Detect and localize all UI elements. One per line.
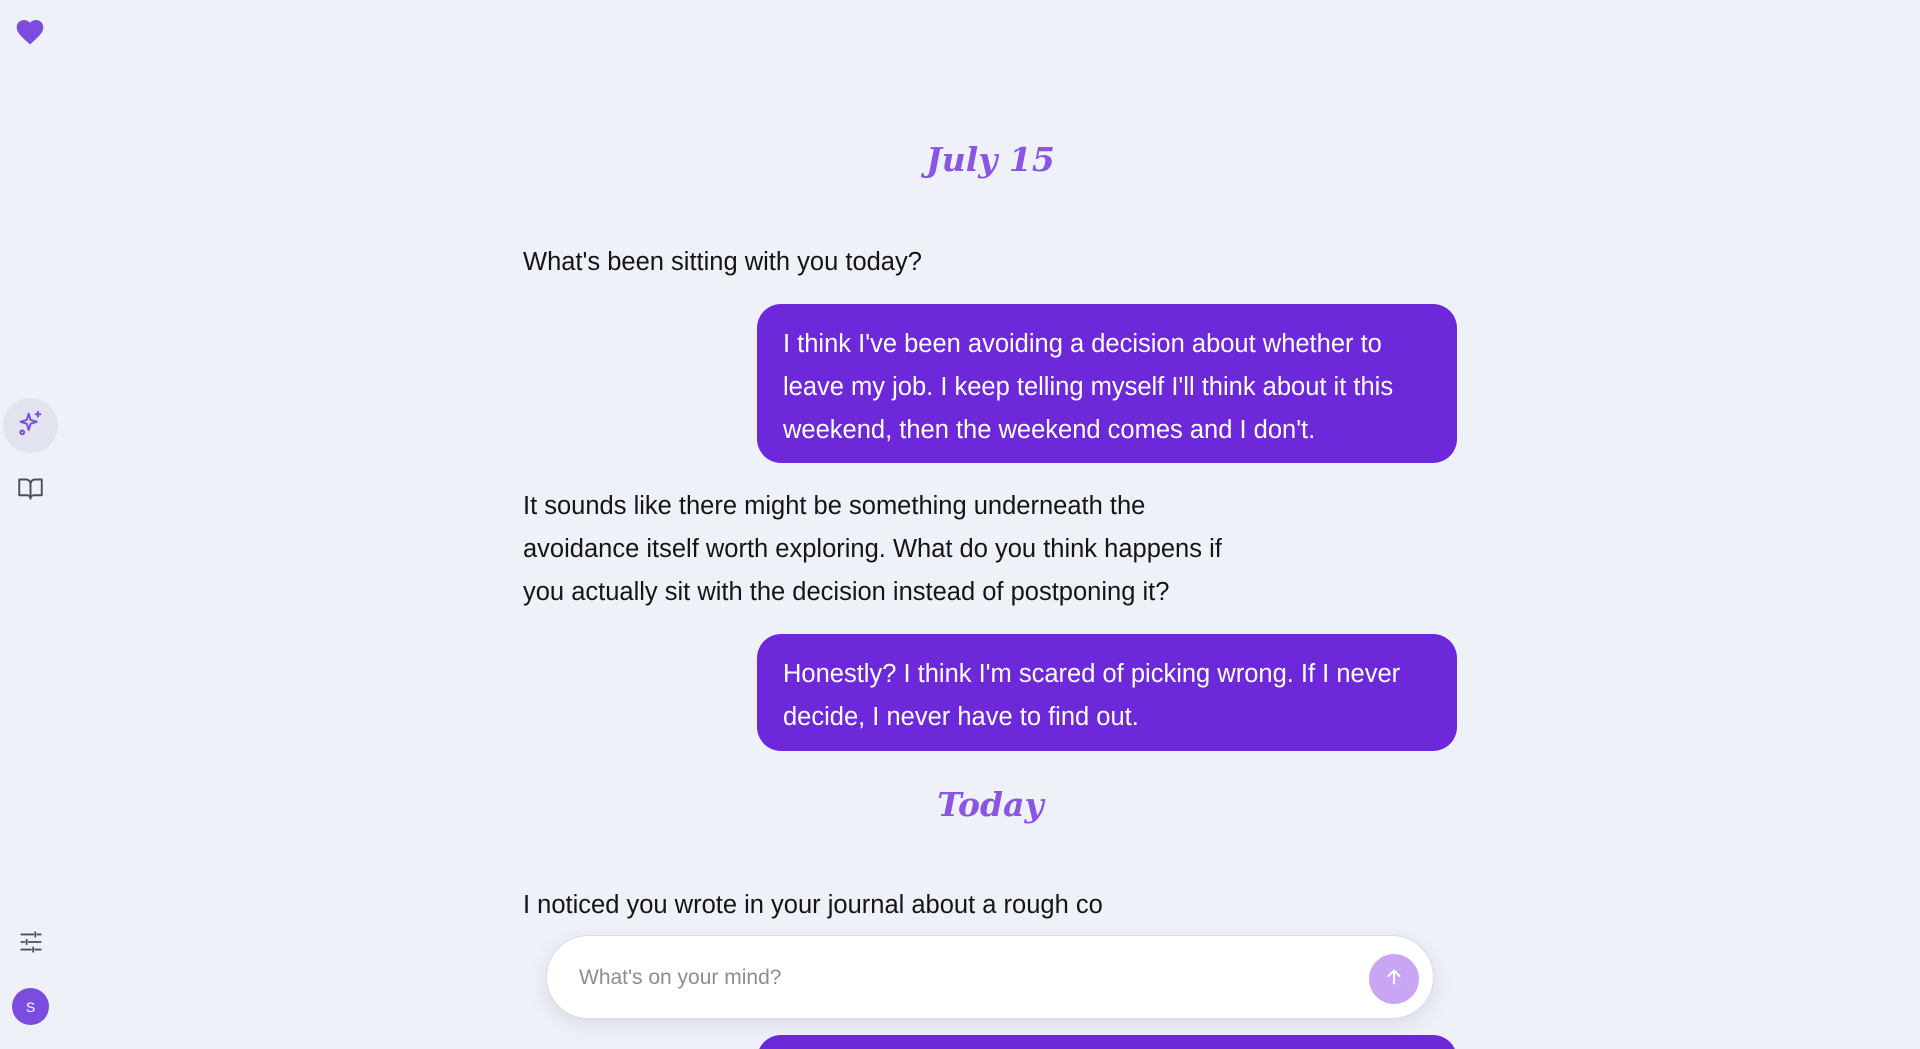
sidebar-item-settings[interactable] [3, 917, 58, 972]
date-heading: Today [937, 785, 1044, 824]
avatar[interactable]: S [12, 988, 49, 1025]
send-button[interactable] [1369, 954, 1419, 1004]
user-message: Honestly? I think I'm scared of picking … [757, 634, 1457, 751]
sidebar-item-chat[interactable] [3, 398, 58, 453]
book-open-icon [17, 475, 44, 507]
sliders-icon [18, 929, 44, 960]
app-window: S July 15 What's been sitting with you t… [0, 0, 1920, 1049]
avatar-initial: S [25, 998, 36, 1015]
conversation: July 15 What's been sitting with you tod… [523, 0, 1458, 1049]
user-message [757, 1035, 1457, 1049]
arrow-up-icon [1383, 966, 1405, 993]
assistant-message: I noticed you wrote in your journal abou… [523, 891, 1103, 919]
heart-icon[interactable] [14, 16, 46, 48]
assistant-message: It sounds like there might be something … [523, 492, 1222, 606]
sidebar-item-journal[interactable] [3, 463, 58, 518]
message-input[interactable] [577, 954, 1371, 1002]
message-composer [546, 935, 1434, 1019]
sidebar: S [0, 0, 60, 1049]
assistant-message: What's been sitting with you today? [523, 248, 922, 276]
user-message: I think I've been avoiding a decision ab… [757, 304, 1457, 463]
date-heading: July 15 [926, 140, 1055, 179]
sparkle-icon [17, 409, 45, 442]
